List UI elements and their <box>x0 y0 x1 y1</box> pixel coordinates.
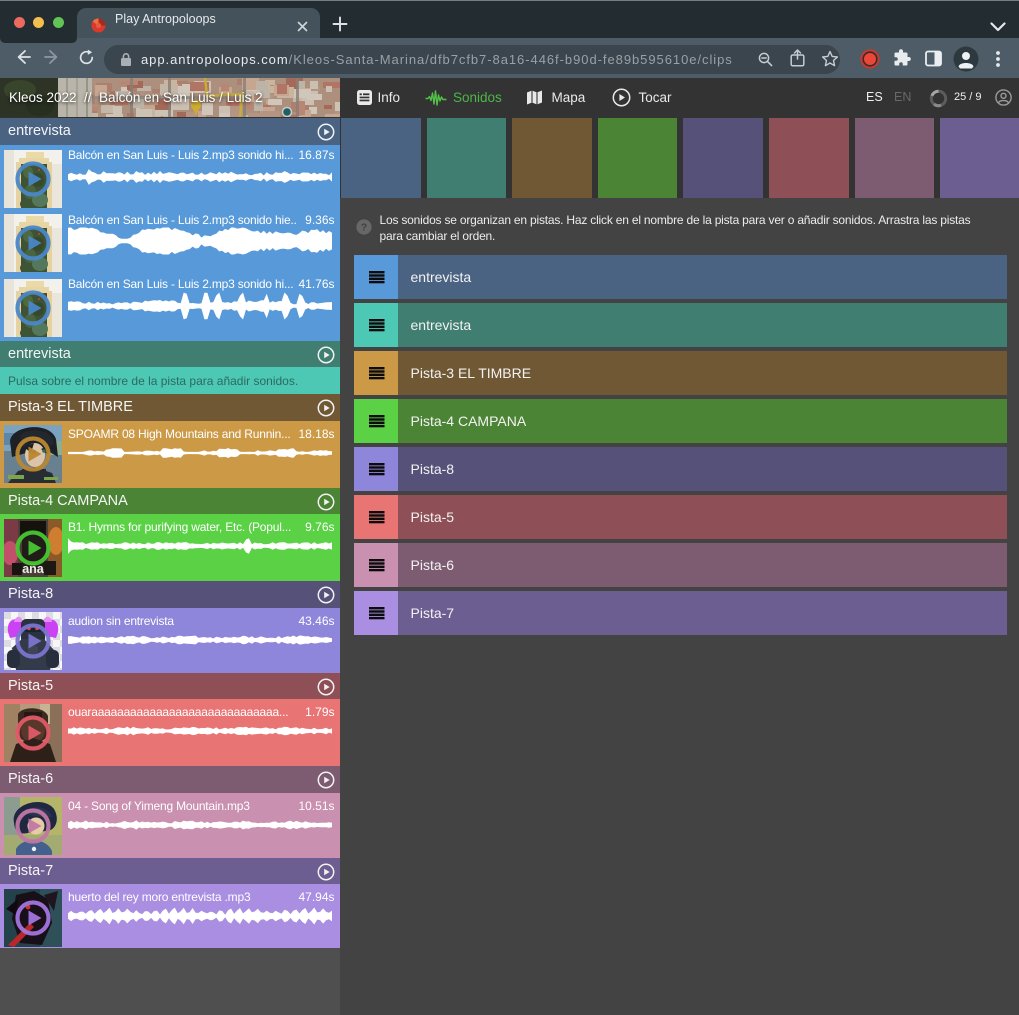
svg-text:?: ? <box>360 221 366 233</box>
